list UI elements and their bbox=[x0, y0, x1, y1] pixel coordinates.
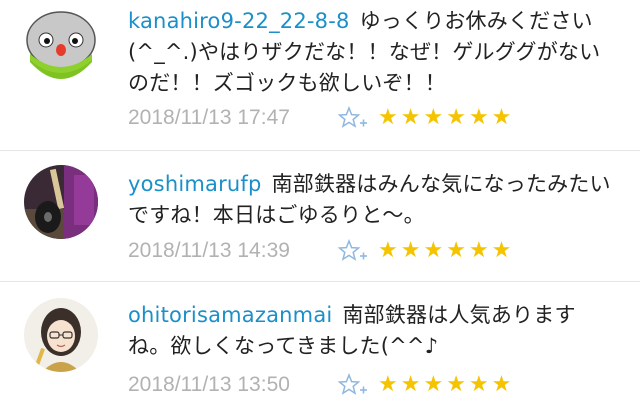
comment-timestamp: 2018/11/13 13:50 bbox=[128, 373, 290, 396]
star-icon[interactable]: ★ bbox=[446, 373, 466, 397]
star-icon[interactable]: ★ bbox=[492, 373, 512, 397]
anime-girl-avatar[interactable] bbox=[24, 298, 98, 372]
star-icon[interactable]: ★ bbox=[423, 373, 443, 397]
comment-item: yoshimarufp 南部鉄器はみんな気になったみたいですね！本日はごゆるりと〜… bbox=[0, 151, 640, 281]
star-icon[interactable]: ★ bbox=[469, 373, 489, 397]
cartoon-face-avatar[interactable] bbox=[24, 10, 98, 84]
comment-item: kanahiro9-22_22-8-8 ゆっくりお休みください(^_^.)やはりザ… bbox=[0, 0, 640, 140]
comment-meta: 2018/11/13 14:39 ★ ★ ★ ★ ★ ★ bbox=[128, 236, 511, 266]
comment-meta: 2018/11/13 13:50 ★ ★ ★ ★ ★ ★ bbox=[128, 370, 511, 400]
star-list: ★ ★ ★ ★ ★ ★ bbox=[378, 239, 511, 263]
add-star-icon[interactable] bbox=[338, 373, 368, 397]
comment-text-block: kanahiro9-22_22-8-8 ゆっくりお休みください(^_^.)やはりザ… bbox=[128, 6, 618, 99]
star-icon[interactable]: ★ bbox=[378, 106, 398, 130]
star-icon[interactable]: ★ bbox=[446, 239, 466, 263]
comment-meta: 2018/11/13 17:47 ★ ★ ★ ★ ★ ★ bbox=[128, 103, 511, 133]
star-icon[interactable]: ★ bbox=[401, 106, 421, 130]
guitar-photo-avatar[interactable] bbox=[24, 165, 98, 239]
add-star-icon[interactable] bbox=[338, 239, 368, 263]
comment-username[interactable]: ohitorisamazanmai bbox=[128, 303, 332, 327]
star-icon[interactable]: ★ bbox=[423, 106, 443, 130]
star-icon[interactable]: ★ bbox=[401, 239, 421, 263]
star-icon[interactable]: ★ bbox=[378, 239, 398, 263]
star-icon[interactable]: ★ bbox=[446, 106, 466, 130]
comment-username[interactable]: yoshimarufp bbox=[128, 172, 262, 196]
comment-username[interactable]: kanahiro9-22_22-8-8 bbox=[128, 9, 350, 33]
star-icon[interactable]: ★ bbox=[469, 106, 489, 130]
star-icon[interactable]: ★ bbox=[469, 239, 489, 263]
comment-text-block: yoshimarufp 南部鉄器はみんな気になったみたいですね！本日はごゆるりと〜… bbox=[128, 169, 618, 231]
comment-timestamp: 2018/11/13 14:39 bbox=[128, 239, 290, 262]
star-icon[interactable]: ★ bbox=[423, 239, 443, 263]
star-icon[interactable]: ★ bbox=[492, 239, 512, 263]
star-icon[interactable]: ★ bbox=[401, 373, 421, 397]
star-list: ★ ★ ★ ★ ★ ★ bbox=[378, 106, 511, 130]
star-icon[interactable]: ★ bbox=[492, 106, 512, 130]
star-list: ★ ★ ★ ★ ★ ★ bbox=[378, 373, 511, 397]
comment-item: ohitorisamazanmai 南部鉄器は人気ありますね。欲しくなってきました… bbox=[0, 282, 640, 404]
comment-text-block: ohitorisamazanmai 南部鉄器は人気ありますね。欲しくなってきました… bbox=[128, 300, 618, 362]
star-icon[interactable]: ★ bbox=[378, 373, 398, 397]
comment-timestamp: 2018/11/13 17:47 bbox=[128, 106, 290, 129]
add-star-icon[interactable] bbox=[338, 106, 368, 130]
